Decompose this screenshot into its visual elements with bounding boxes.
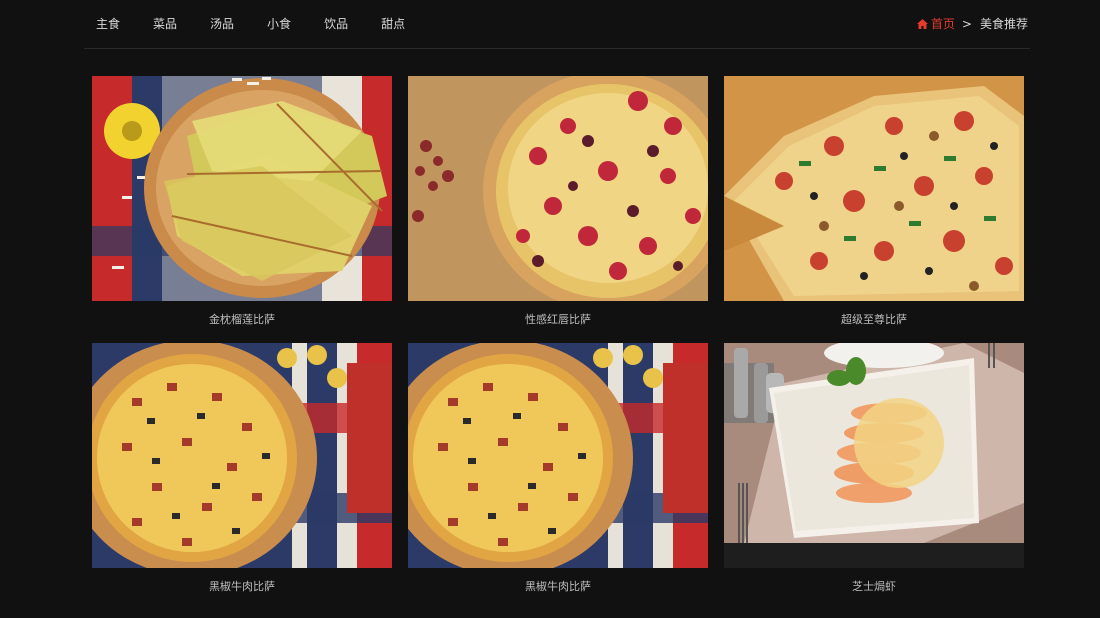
product-card[interactable]: 超级至尊比萨 xyxy=(724,76,1024,327)
product-caption[interactable]: 超级至尊比萨 xyxy=(724,313,1024,327)
breadcrumb-separator: > xyxy=(961,17,972,31)
nav-item-drinks[interactable]: 饮品 xyxy=(324,16,348,32)
breadcrumb-home-label: 首页 xyxy=(930,17,955,31)
product-photo[interactable] xyxy=(408,76,708,301)
breadcrumb: 首页 > 美食推荐 xyxy=(916,16,1028,32)
nav-item-dishes[interactable]: 菜品 xyxy=(153,16,177,32)
nav-item-snacks[interactable]: 小食 xyxy=(267,16,291,32)
product-photo[interactable] xyxy=(92,76,392,301)
product-caption[interactable]: 黑椒牛肉比萨 xyxy=(408,580,708,594)
product-card[interactable]: 金枕榴莲比萨 xyxy=(92,76,392,327)
nav-item-desserts[interactable]: 甜点 xyxy=(381,16,405,32)
top-bar: 主食 菜品 汤品 小食 饮品 甜点 首页 > 美食推荐 xyxy=(84,0,1030,49)
product-card[interactable]: 性感红唇比萨 xyxy=(408,76,708,327)
product-caption[interactable]: 芝士焗虾 xyxy=(724,580,1024,594)
product-caption[interactable]: 黑椒牛肉比萨 xyxy=(92,580,392,594)
product-caption[interactable]: 性感红唇比萨 xyxy=(408,313,708,327)
breadcrumb-current: 美食推荐 xyxy=(979,17,1028,31)
product-photo[interactable] xyxy=(92,343,392,568)
breadcrumb-home-link[interactable]: 首页 xyxy=(916,16,955,32)
product-card[interactable]: 黑椒牛肉比萨 xyxy=(92,343,392,594)
product-photo[interactable] xyxy=(408,343,708,568)
category-nav: 主食 菜品 汤品 小食 饮品 甜点 xyxy=(96,16,438,32)
product-card[interactable]: 芝士焗虾 xyxy=(724,343,1024,594)
nav-item-staple[interactable]: 主食 xyxy=(96,16,120,32)
nav-item-soups[interactable]: 汤品 xyxy=(210,16,234,32)
product-card[interactable]: 黑椒牛肉比萨 xyxy=(408,343,708,594)
product-photo[interactable] xyxy=(724,343,1024,568)
product-caption[interactable]: 金枕榴莲比萨 xyxy=(92,313,392,327)
home-icon xyxy=(916,19,928,29)
product-photo[interactable] xyxy=(724,76,1024,301)
